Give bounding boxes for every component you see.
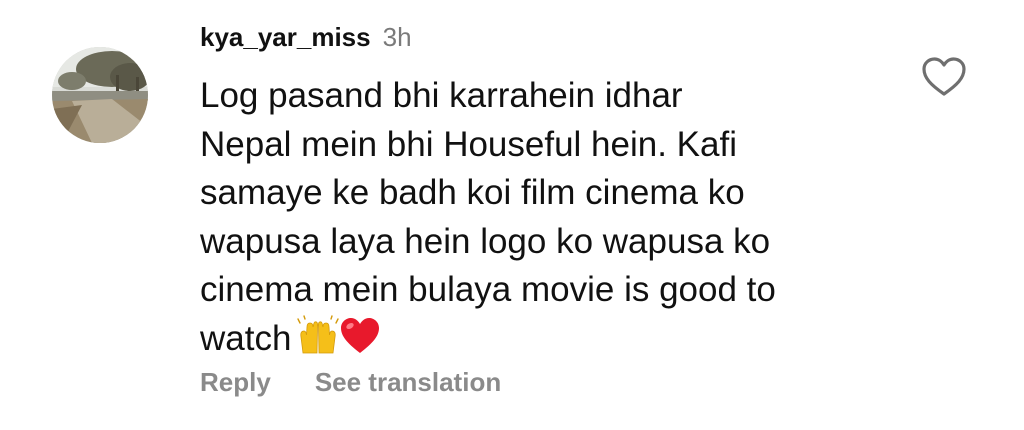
comment-actions: Reply See translation [200, 367, 501, 398]
comment-header: kya_yar_miss 3h [200, 22, 412, 62]
comment-line: watch [200, 318, 292, 358]
see-translation-button[interactable]: See translation [315, 367, 501, 398]
comment-last-line: watch [200, 314, 900, 364]
comment-line: wapusa laya hein logo ko wapusa ko [200, 221, 771, 261]
comment-line: cinema mein bulaya movie is good to [200, 270, 776, 309]
like-button[interactable] [920, 54, 968, 98]
comment-line: Nepal mein bhi Houseful hein. Kafi [200, 124, 737, 164]
red-heart-icon [339, 315, 381, 357]
comment-line: Log pasand bhi karrahein idhar [200, 76, 683, 115]
comment-text: Log pasand bhi karrahein idhar Nepal mei… [200, 72, 900, 363]
raising-hands-icon [297, 314, 340, 357]
avatar[interactable] [52, 47, 148, 143]
reply-button[interactable]: Reply [200, 367, 271, 398]
comment-line: samaye ke badh koi film cinema ko [200, 173, 745, 212]
timestamp: 3h [382, 22, 412, 52]
avatar-photo-icon [52, 47, 148, 143]
heart-outline-icon [922, 57, 966, 96]
comment: kya_yar_miss 3h Log pasand bhi karrahein… [0, 0, 1024, 430]
username[interactable]: kya_yar_miss [200, 22, 371, 53]
